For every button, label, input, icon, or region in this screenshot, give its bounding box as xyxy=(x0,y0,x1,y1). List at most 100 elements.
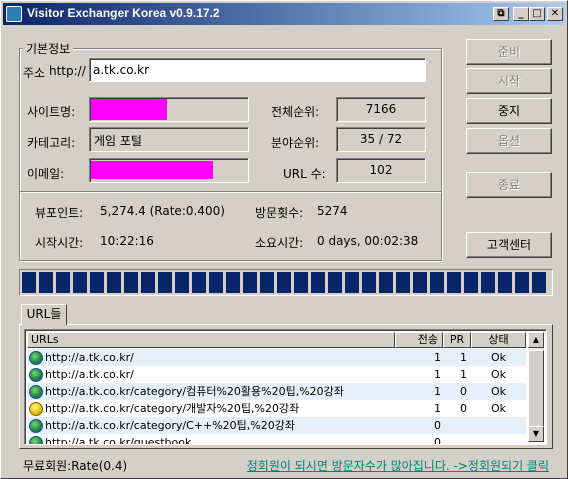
start-button-label: 시작 xyxy=(497,74,521,88)
title-bar[interactable]: Visitor Exchanger Korea v0.9.17.2 ⧉ _ □ … xyxy=(3,3,565,25)
globe-icon xyxy=(29,384,43,399)
sent-cell: 1 xyxy=(434,385,441,398)
email-label: 이메일: xyxy=(27,167,65,181)
progress-segment xyxy=(175,272,189,293)
member-status: 무료회원:Rate(0.4) xyxy=(23,459,128,473)
progress-segment xyxy=(311,272,325,293)
scroll-down-icon[interactable]: ▼ xyxy=(528,426,544,442)
field-rank-label: 분야순위: xyxy=(271,136,320,150)
url-cell: http://a.tk.co.kr/ xyxy=(27,366,395,383)
main-window: Visitor Exchanger Korea v0.9.17.2 ⧉ _ □ … xyxy=(0,0,568,479)
field-rank-value: 35 / 72 xyxy=(336,127,426,152)
list-item[interactable]: http://a.tk.co.kr/1 1 Ok xyxy=(27,366,526,383)
progress-segment xyxy=(260,272,274,293)
progress-segment xyxy=(532,272,546,293)
url-cell: http://a.tk.co.kr/ xyxy=(27,349,395,366)
start-button[interactable]: 시작 xyxy=(466,68,552,94)
url-count-value: 102 xyxy=(336,158,426,183)
elapsed-value: 0 days, 00:02:38 xyxy=(317,234,419,248)
sent-cell: 0 xyxy=(434,436,441,445)
url-cell: http://a.tk.co.kr/guestbook xyxy=(27,434,395,445)
globe-icon xyxy=(29,418,43,433)
maximize-button[interactable]: □ xyxy=(529,7,545,21)
prepare-button-label: 준비 xyxy=(497,45,521,59)
progress-segment xyxy=(515,272,529,293)
pr-cell xyxy=(443,434,471,444)
prepare-button[interactable]: 준비 xyxy=(466,39,552,65)
list-item[interactable]: http://a.tk.co.kr/category/개발자%20팁,%20강좌… xyxy=(27,400,526,417)
globe-icon xyxy=(29,350,43,365)
progress-segment xyxy=(56,272,70,293)
site-name-label: 사이트명: xyxy=(27,105,76,119)
sent-cell: 1 xyxy=(434,368,441,381)
progress-segment xyxy=(481,272,495,293)
globe-icon xyxy=(29,367,43,382)
address-value: a.tk.co.kr xyxy=(93,63,150,77)
visits-value: 5274 xyxy=(317,204,348,218)
progress-segment xyxy=(73,272,87,293)
url-text: http://a.tk.co.kr/category/개발자%20팁,%20강좌 xyxy=(45,402,300,415)
status-cell xyxy=(471,434,526,444)
url-text: http://a.tk.co.kr/category/C++%20팁,%20강좌 xyxy=(45,419,295,432)
stop-button[interactable]: 중지 xyxy=(466,98,552,124)
options-button[interactable]: 옵션 xyxy=(466,128,552,154)
progress-segment xyxy=(396,272,410,293)
elapsed-label: 소요시간: xyxy=(255,236,304,250)
progress-segment xyxy=(362,272,376,293)
progress-segment xyxy=(464,272,478,293)
column-header-status[interactable]: 상태 xyxy=(471,332,526,348)
progress-segment xyxy=(90,272,104,293)
pr-cell: 1 xyxy=(460,351,467,364)
list-header: URLs 전송 PR 상태 xyxy=(27,332,526,348)
address-prefix: http:// xyxy=(49,64,86,78)
progress-segment xyxy=(192,272,206,293)
column-header-pr[interactable]: PR xyxy=(443,332,471,348)
address-label: 주소 xyxy=(23,66,46,80)
progress-segment xyxy=(141,272,155,293)
pr-cell xyxy=(443,417,471,434)
support-button[interactable]: 고객센터 xyxy=(466,232,552,258)
minimize-button[interactable]: _ xyxy=(513,7,529,21)
url-list[interactable]: URLs 전송 PR 상태 http://a.tk.co.kr/1 1 Ok http… xyxy=(24,329,547,445)
column-header-sent[interactable]: 전송 xyxy=(395,332,443,348)
progress-segment xyxy=(413,272,427,293)
progress-segment xyxy=(243,272,257,293)
globe-icon xyxy=(29,435,43,444)
progress-segment xyxy=(447,272,461,293)
progress-segment xyxy=(328,272,342,293)
progress-segment xyxy=(277,272,291,293)
progress-segment xyxy=(209,272,223,293)
start-time-label: 시작시간: xyxy=(35,236,84,250)
status-cell xyxy=(471,417,526,434)
scroll-up-icon[interactable]: ▲ xyxy=(528,332,544,348)
total-rank-value: 7166 xyxy=(336,97,426,122)
url-cell: http://a.tk.co.kr/category/컴퓨터%20활용%20팁,… xyxy=(27,383,395,400)
close-button[interactable]: ✕ xyxy=(547,7,563,21)
pr-cell: 0 xyxy=(460,402,467,415)
url-text: http://a.tk.co.kr/guestbook xyxy=(45,436,192,445)
upgrade-link[interactable]: 정회원이 되시면 방문자수가 많아집니다. ->정회원되기 클릭 xyxy=(247,457,549,474)
address-input[interactable]: a.tk.co.kr xyxy=(89,58,426,82)
list-item[interactable]: http://a.tk.co.kr/category/C++%20팁,%20강좌… xyxy=(27,417,526,434)
list-scrollbar[interactable]: ▲ ▼ xyxy=(528,332,544,442)
support-button-label: 고객센터 xyxy=(486,238,532,252)
visits-label: 방문횟수: xyxy=(255,206,304,220)
list-item[interactable]: http://a.tk.co.kr/category/컴퓨터%20활용%20팁,… xyxy=(27,383,526,400)
options-button-label: 옵션 xyxy=(497,134,521,148)
warning-globe-icon xyxy=(29,401,43,416)
scroll-thumb[interactable] xyxy=(528,350,544,430)
column-header-url[interactable]: URLs xyxy=(27,332,395,348)
basic-info-legend: 기본정보 xyxy=(23,40,74,57)
tab-urls[interactable]: URL들 xyxy=(21,304,67,325)
list-item[interactable]: http://a.tk.co.kr/guestbook 0 xyxy=(27,434,526,445)
progress-segment xyxy=(39,272,53,293)
exit-button-label: 종료 xyxy=(497,178,521,192)
progress-segment xyxy=(124,272,138,293)
restore-button[interactable]: ⧉ xyxy=(493,7,509,21)
exit-button[interactable]: 종료 xyxy=(466,172,552,198)
window-title: Visitor Exchanger Korea v0.9.17.2 xyxy=(27,6,220,20)
progress-segment xyxy=(226,272,240,293)
url-cell: http://a.tk.co.kr/category/C++%20팁,%20강좌 xyxy=(27,417,395,434)
stop-button-label: 중지 xyxy=(497,104,521,118)
list-item[interactable]: http://a.tk.co.kr/1 1 Ok xyxy=(27,349,526,366)
